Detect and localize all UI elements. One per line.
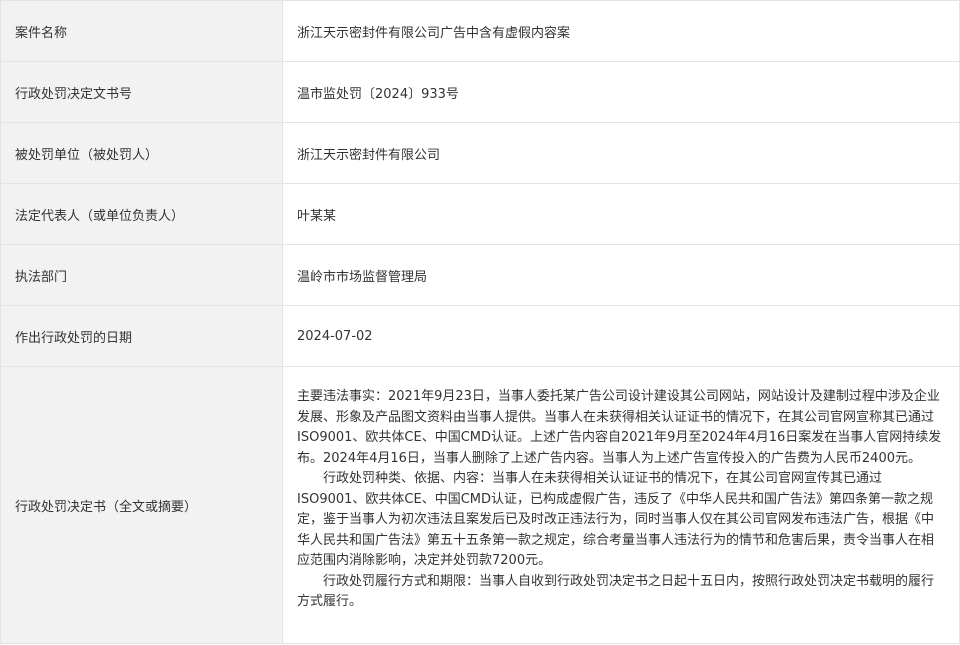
legal-representative-value: 叶某某 xyxy=(282,183,960,245)
case-name-label: 案件名称 xyxy=(0,0,283,62)
document-number-label: 行政处罚决定文书号 xyxy=(0,61,283,123)
row-penalized-party: 被处罚单位（被处罚人） 浙江天示密封件有限公司 xyxy=(0,122,960,184)
decision-paragraph-facts: 主要违法事实：2021年9月23日，当事人委托某广告公司设计建设其公司网站，网站… xyxy=(297,389,942,466)
penalty-record-table: 案件名称 浙江天示密封件有限公司广告中含有虚假内容案 行政处罚决定文书号 温市监… xyxy=(0,0,960,644)
row-legal-representative: 法定代表人（或单位负责人） 叶某某 xyxy=(0,183,960,245)
decision-text-label: 行政处罚决定书（全文或摘要） xyxy=(0,366,283,644)
legal-representative-label: 法定代表人（或单位负责人） xyxy=(0,183,283,245)
row-decision-text: 行政处罚决定书（全文或摘要） 主要违法事实：2021年9月23日，当事人委托某广… xyxy=(0,366,960,644)
decision-text-value: 主要违法事实：2021年9月23日，当事人委托某广告公司设计建设其公司网站，网站… xyxy=(282,366,960,644)
enforcement-department-value: 温岭市市场监督管理局 xyxy=(282,244,960,306)
decision-paragraph-penalty: 行政处罚种类、依据、内容：当事人在未获得相关认证证书的情况下，在其公司官网宣传其… xyxy=(297,471,935,568)
document-number-value: 温市监处罚〔2024〕933号 xyxy=(282,61,960,123)
enforcement-department-label: 执法部门 xyxy=(0,244,283,306)
decision-date-label: 作出行政处罚的日期 xyxy=(0,305,283,367)
penalized-party-value: 浙江天示密封件有限公司 xyxy=(282,122,960,184)
case-name-value: 浙江天示密封件有限公司广告中含有虚假内容案 xyxy=(282,0,960,62)
row-document-number: 行政处罚决定文书号 温市监处罚〔2024〕933号 xyxy=(0,61,960,123)
row-decision-date: 作出行政处罚的日期 2024-07-02 xyxy=(0,305,960,367)
decision-paragraph-fulfillment: 行政处罚履行方式和期限：当事人自收到行政处罚决定书之日起十五日内，按照行政处罚决… xyxy=(297,573,935,610)
penalized-party-label: 被处罚单位（被处罚人） xyxy=(0,122,283,184)
row-enforcement-department: 执法部门 温岭市市场监督管理局 xyxy=(0,244,960,306)
decision-date-value: 2024-07-02 xyxy=(282,305,960,367)
row-case-name: 案件名称 浙江天示密封件有限公司广告中含有虚假内容案 xyxy=(0,0,960,62)
